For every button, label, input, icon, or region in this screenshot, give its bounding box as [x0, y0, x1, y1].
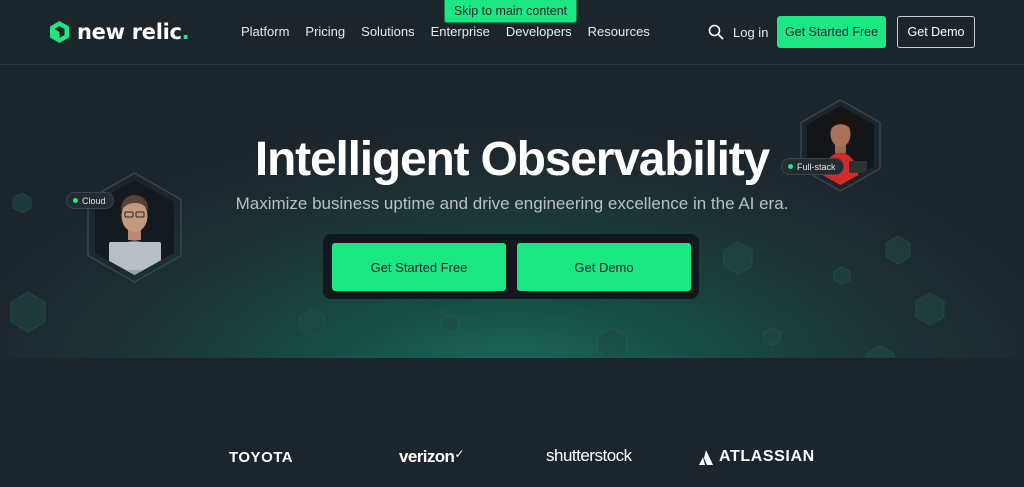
get-started-free-button[interactable]: Get Started Free [777, 16, 886, 48]
new-relic-logo[interactable]: new relic. [50, 20, 190, 44]
nav-pricing[interactable]: Pricing [305, 24, 345, 39]
shutterstock-logo: shutterstock [546, 446, 632, 465]
hero-cta-group: Get Started Free Get Demo [323, 234, 699, 299]
skip-to-main-content-link[interactable]: Skip to main content [444, 0, 577, 23]
search-icon[interactable] [708, 24, 724, 40]
verizon-logo: verizon✓ [399, 447, 464, 466]
cloud-tag-label: Cloud [82, 195, 106, 206]
hero-get-started-free-button[interactable]: Get Started Free [332, 243, 506, 291]
login-link[interactable]: Log in [733, 25, 768, 40]
get-demo-button[interactable]: Get Demo [897, 16, 975, 48]
engineer-avatar [800, 99, 881, 192]
status-dot-icon [788, 164, 793, 169]
atlassian-logo: ATLASSIAN [699, 448, 815, 466]
hero-get-demo-button[interactable]: Get Demo [517, 243, 691, 291]
hero-section: Intelligent Observability Maximize busin… [0, 66, 1024, 358]
nav-enterprise[interactable]: Enterprise [431, 24, 490, 39]
logo-wordmark: new relic. [77, 20, 190, 44]
nav-solutions[interactable]: Solutions [361, 24, 414, 39]
main-nav: Platform Pricing Solutions Enterprise De… [241, 24, 650, 39]
developer-avatar [87, 172, 182, 283]
full-stack-tag-label: Full-stack [797, 161, 836, 172]
site-header: new relic. Platform Pricing Solutions En… [0, 0, 1024, 65]
new-relic-logo-icon [50, 21, 69, 43]
customer-logos: TOYOTA verizon✓ shutterstock ATLASSIAN [0, 440, 1024, 475]
full-stack-tag: Full-stack [781, 158, 844, 175]
toyota-logo: TOYOTA [229, 449, 294, 466]
nav-platform[interactable]: Platform [241, 24, 289, 39]
cloud-tag: Cloud [66, 192, 114, 209]
nav-resources[interactable]: Resources [588, 24, 650, 39]
atlassian-icon [699, 449, 713, 465]
status-dot-icon [73, 198, 78, 203]
nav-developers[interactable]: Developers [506, 24, 572, 39]
